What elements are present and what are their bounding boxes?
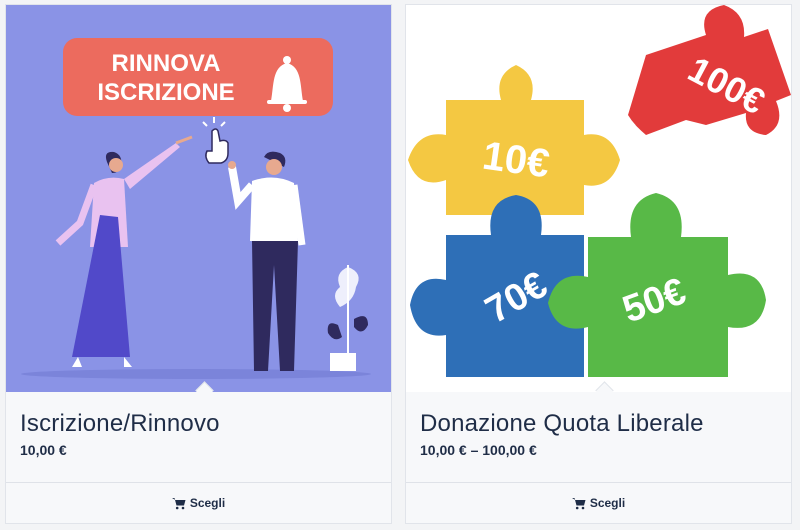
product-card-iscrizione: RINNOVA ISCRIZIONE Iscrizione/Rinnovo 10… — [5, 4, 392, 524]
product-title[interactable]: Donazione Quota Liberale — [420, 410, 704, 438]
choose-button[interactable]: Scegli — [6, 483, 391, 523]
choose-button-label: Scegli — [589, 496, 626, 510]
banner-line2: ISCRIZIONE — [97, 79, 234, 106]
piece-label-10: 10€ — [480, 134, 552, 187]
product-card-donazione: 10€ 100€ 70€ 50€ Donazione Quota Liberal… — [405, 4, 792, 524]
product-price: 10,00 € — [20, 442, 67, 458]
cart-icon — [171, 497, 186, 509]
product-image-rinnova-iscrizione[interactable]: RINNOVA ISCRIZIONE — [6, 5, 391, 392]
product-image-puzzle[interactable]: 10€ 100€ 70€ 50€ — [406, 5, 791, 392]
banner-line1: RINNOVA — [112, 50, 221, 77]
choose-button-label: Scegli — [189, 496, 226, 510]
product-price: 10,00 € – 100,00 € — [420, 442, 537, 458]
cart-icon — [571, 497, 586, 509]
product-grid: RINNOVA ISCRIZIONE Iscrizione/Rinnovo 10… — [0, 0, 800, 530]
product-title[interactable]: Iscrizione/Rinnovo — [20, 410, 220, 438]
choose-button[interactable]: Scegli — [406, 483, 791, 523]
